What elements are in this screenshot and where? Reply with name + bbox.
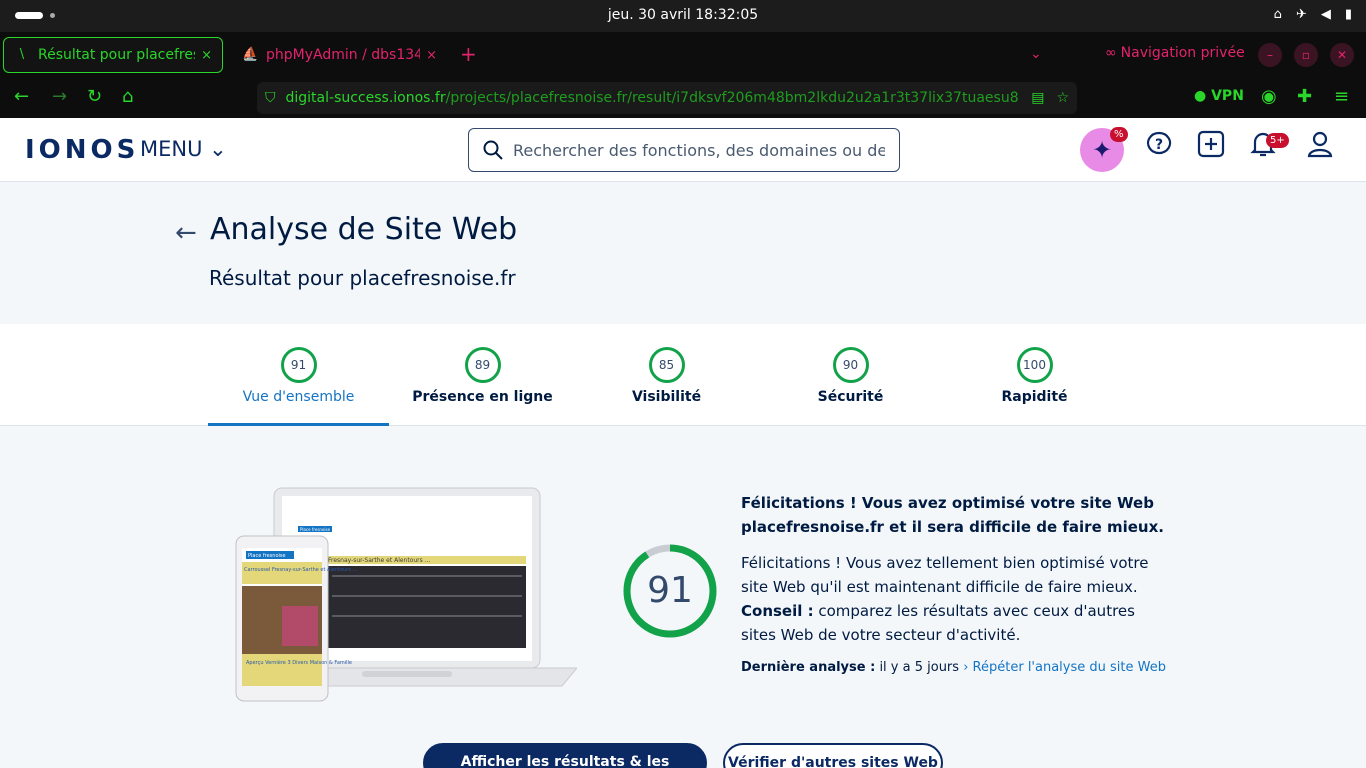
tab-speed[interactable]: 100 Rapidité: [944, 324, 1125, 426]
tab-label: Visibilité: [631, 389, 702, 405]
notification-badge: 5+: [1266, 133, 1289, 148]
tab-label: Vue d'ensemble: [242, 389, 355, 405]
score-ring: 89: [464, 347, 501, 383]
extensions-icon[interactable]: ✚: [1297, 86, 1312, 108]
home-icon[interactable]: ⌂: [122, 86, 133, 108]
os-clock[interactable]: jeu. 30 avril 18:32:05: [0, 7, 1366, 23]
result-body: Félicitations ! Vous avez tellement bien…: [741, 551, 1171, 647]
tab-online-presence[interactable]: 89 Présence en ligne: [392, 324, 573, 426]
menu-label: MENU: [140, 137, 203, 161]
user-icon[interactable]: [1300, 130, 1340, 170]
preview-site-badge: Place fresnoise: [300, 527, 331, 532]
last-analysis-value: il y a 5 jours: [875, 660, 960, 675]
search-icon: [483, 140, 503, 160]
close-window-button[interactable]: ✕: [1330, 43, 1354, 67]
airplane-icon: ✈: [1295, 7, 1307, 22]
tab-phpmyadmin[interactable]: ⛵ phpMyAdmin / dbs13401 ×: [232, 37, 447, 73]
os-top-bar: jeu. 30 avril 18:32:05 ⌂ ✈ ◀ ▮: [0, 0, 1366, 32]
close-icon[interactable]: ×: [201, 48, 212, 63]
mobile-site-badge: Place fresnoise: [248, 553, 286, 559]
account-icon[interactable]: ◉: [1261, 86, 1277, 108]
reload-icon[interactable]: ↻: [87, 86, 102, 108]
score-ring: 100: [1016, 347, 1053, 383]
volume-icon: ◀: [1320, 7, 1331, 22]
close-icon[interactable]: ×: [426, 48, 437, 63]
show-results-button[interactable]: Afficher les résultats & les solutions: [423, 743, 707, 768]
chevron-down-icon: ⌄: [209, 137, 227, 161]
tab-label: Présence en ligne: [412, 389, 553, 405]
last-analysis: Dernière analyse : il y a 5 jours › Répé…: [741, 656, 1171, 680]
site-header: IONOS MENU ⌄ ✦ % ? 5+: [0, 118, 1366, 182]
browser-tab-strip: \ Résultat pour placefresnoise.fr × ⛵ ph…: [0, 32, 1366, 78]
tab-label: Sécurité: [817, 389, 884, 405]
add-icon[interactable]: [1191, 130, 1231, 170]
ai-badge: %: [1110, 127, 1128, 142]
score-ring: 90: [832, 347, 869, 383]
search-box[interactable]: [468, 128, 900, 172]
tab-ionos-result[interactable]: \ Résultat pour placefresnoise.fr ×: [3, 37, 223, 73]
page-subtitle: Résultat pour placefresnoise.fr: [209, 266, 516, 290]
private-browsing-indicator: ∞ Navigation privée: [1105, 45, 1245, 61]
rerun-analysis-link[interactable]: › Répéter l'analyse du site Web: [963, 660, 1166, 675]
sparkle-icon: ✦: [1091, 136, 1113, 164]
result-body-text: Félicitations ! Vous avez tellement bien…: [741, 554, 1149, 596]
battery-icon: ▮: [1344, 7, 1352, 22]
mask-icon: ∞: [1105, 45, 1117, 61]
page-title: Analyse de Site Web: [210, 212, 518, 247]
ionos-favicon-icon: \: [19, 47, 25, 62]
help-icon[interactable]: ?: [1139, 130, 1179, 170]
vpn-button[interactable]: ● VPN: [1194, 88, 1244, 104]
chevron-down-icon[interactable]: ⌄: [1030, 46, 1042, 62]
tab-visibility[interactable]: 85 Visibilité: [576, 324, 757, 426]
new-tab-button[interactable]: +: [460, 44, 477, 64]
bookmark-star-icon[interactable]: ☆: [1056, 90, 1069, 106]
mobile-footer-text: Aperçu Vernière 3 Divers Maison & Famill…: [246, 659, 352, 666]
result-headline: Félicitations ! Vous avez optimisé votre…: [741, 494, 1164, 536]
website-preview-image: Fresnay-sur-Sarthe et Alentours ... Plac…: [235, 487, 577, 702]
back-icon[interactable]: ←: [14, 86, 29, 108]
chevron-right-icon: ›: [963, 660, 969, 675]
minimize-button[interactable]: –: [1258, 43, 1282, 67]
preview-banner-text: Fresnay-sur-Sarthe et Alentours ...: [328, 557, 430, 564]
last-analysis-label: Dernière analyse :: [741, 660, 876, 675]
tip-label: Conseil :: [741, 602, 814, 620]
tab-title: phpMyAdmin / dbs13401: [266, 47, 421, 63]
tab-label: Rapidité: [1001, 389, 1068, 405]
reader-mode-icon[interactable]: ▤: [1031, 90, 1044, 106]
forward-icon[interactable]: →: [52, 86, 67, 108]
tab-overview[interactable]: 91 Vue d'ensemble: [208, 324, 389, 426]
browser-toolbar: ← → ↻ ⌂ ⛉ digital-success.ionos.fr/proje…: [0, 78, 1366, 118]
result-summary: Félicitations ! Vous avez optimisé votre…: [741, 491, 1171, 680]
tab-security[interactable]: 90 Sécurité: [760, 324, 941, 426]
search-input[interactable]: [513, 140, 885, 160]
mobile-caption: Carroussel Fresnay-sur-Sarthe et Alentou…: [244, 567, 358, 573]
ionos-logo[interactable]: IONOS: [25, 135, 139, 165]
system-tray[interactable]: ⌂ ✈ ◀ ▮: [1274, 7, 1352, 22]
overall-score-value: 91: [647, 570, 693, 611]
score-ring: 91: [280, 347, 317, 383]
network-icon: ⌂: [1273, 7, 1282, 22]
svg-text:?: ?: [1155, 137, 1163, 153]
shield-icon[interactable]: ⛉: [265, 90, 276, 106]
phpmyadmin-favicon-icon: ⛵: [242, 47, 259, 62]
score-tabs: 91 Vue d'ensemble 89 Présence en ligne 8…: [0, 324, 1366, 426]
address-bar[interactable]: ⛉ digital-success.ionos.fr/projects/plac…: [257, 82, 1077, 114]
vpn-label: VPN: [1211, 88, 1244, 104]
maximize-button[interactable]: ▫: [1294, 43, 1318, 67]
url-text[interactable]: digital-success.ionos.fr/projects/placef…: [286, 90, 1024, 106]
hamburger-menu-icon[interactable]: ≡: [1334, 86, 1349, 108]
check-other-sites-button[interactable]: Vérifier d'autres sites Web: [723, 743, 943, 768]
menu-button[interactable]: MENU ⌄: [140, 137, 227, 161]
back-arrow-icon[interactable]: ←: [175, 218, 197, 248]
score-ring: 85: [648, 347, 685, 383]
private-label: Navigation privée: [1120, 45, 1245, 61]
tab-title: Résultat pour placefresnoise.fr: [38, 47, 195, 63]
